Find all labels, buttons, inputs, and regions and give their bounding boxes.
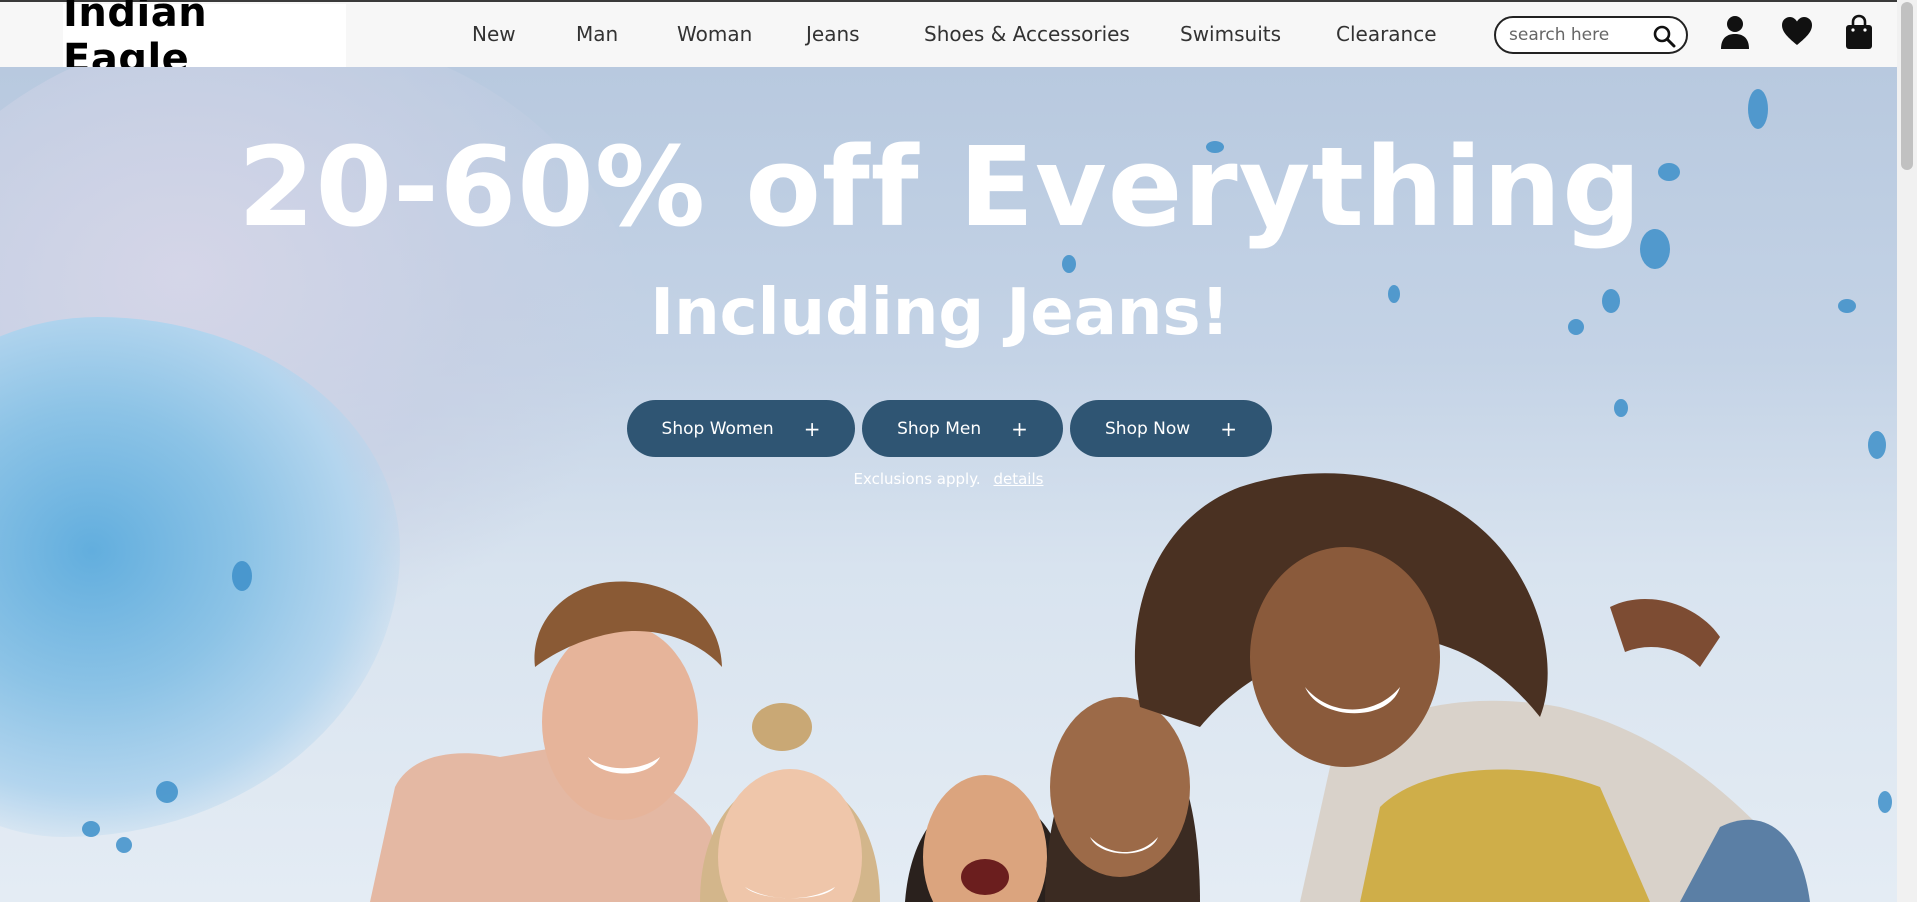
hero-subheadline: Including Jeans! bbox=[650, 276, 1230, 350]
shop-women-button[interactable]: Shop Women + bbox=[627, 400, 855, 457]
nav-item-woman[interactable]: Woman bbox=[677, 22, 752, 46]
heart-icon[interactable] bbox=[1780, 14, 1814, 50]
exclusions-text: Exclusions apply. bbox=[853, 470, 981, 488]
plus-icon: + bbox=[1220, 416, 1237, 441]
hero-headline: 20-60% off Everything bbox=[238, 123, 1642, 251]
search-icon[interactable] bbox=[1652, 24, 1676, 48]
details-link[interactable]: details bbox=[993, 470, 1043, 488]
nav-item-clearance[interactable]: Clearance bbox=[1336, 22, 1437, 46]
nav-item-man[interactable]: Man bbox=[576, 22, 618, 46]
plus-icon: + bbox=[1011, 416, 1028, 441]
page-scrollbar[interactable] bbox=[1897, 0, 1917, 902]
exclusions-note: Exclusions apply. details bbox=[0, 470, 1897, 488]
nav-item-jeans[interactable]: Jeans bbox=[806, 22, 860, 46]
shop-men-button[interactable]: Shop Men + bbox=[862, 400, 1063, 457]
site-header: Indian Eagle New Man Woman Jeans Shoes &… bbox=[0, 0, 1897, 82]
shopping-bag-icon[interactable] bbox=[1842, 14, 1876, 50]
hero-banner: 20-60% off Everything Including Jeans! S… bbox=[0, 67, 1897, 902]
shop-now-label: Shop Now bbox=[1105, 418, 1191, 439]
shop-women-label: Shop Women bbox=[661, 418, 774, 439]
shop-now-button[interactable]: Shop Now + bbox=[1070, 400, 1272, 457]
search-input[interactable] bbox=[1509, 25, 1649, 45]
nav-item-shoes-accessories[interactable]: Shoes & Accessories bbox=[924, 22, 1130, 46]
shop-men-label: Shop Men bbox=[897, 418, 982, 439]
scrollbar-thumb[interactable] bbox=[1901, 2, 1913, 170]
plus-icon: + bbox=[803, 416, 821, 441]
account-icon[interactable] bbox=[1718, 14, 1752, 50]
search-box bbox=[1494, 16, 1688, 54]
nav-item-swimsuits[interactable]: Swimsuits bbox=[1180, 22, 1281, 46]
nav-item-new[interactable]: New bbox=[472, 22, 516, 46]
